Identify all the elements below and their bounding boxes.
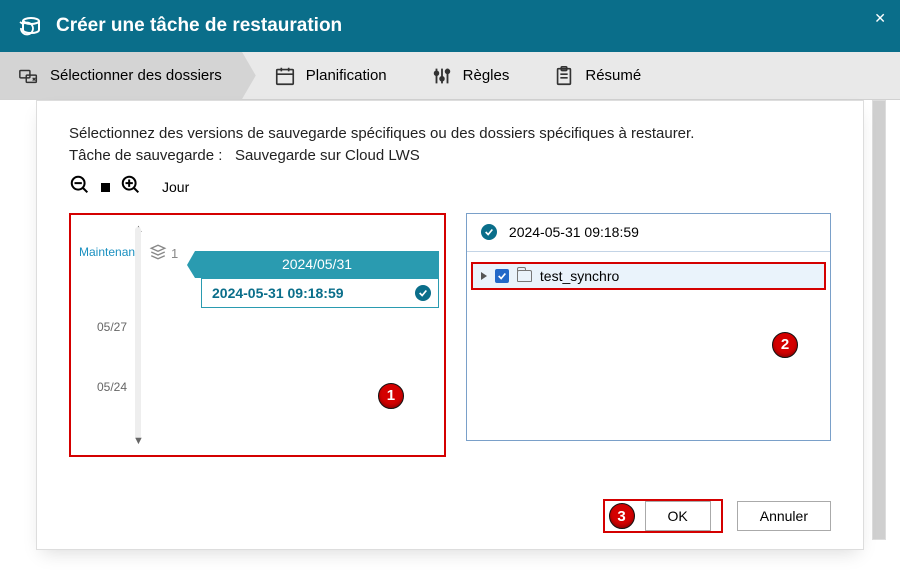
step-label: Sélectionner des dossiers [50, 67, 222, 84]
axis-tick: 05/27 [97, 320, 127, 334]
timeline-tools: Jour [69, 174, 831, 201]
check-icon [415, 285, 431, 301]
content-panel: Sélectionnez des versions de sauvegarde … [36, 100, 864, 550]
checkbox[interactable] [495, 269, 509, 283]
stop-icon[interactable] [101, 183, 110, 192]
time-unit: Jour [162, 179, 189, 195]
annotation-badge: 1 [378, 383, 404, 409]
wizard-steps: Sélectionner des dossiers Planification … [0, 52, 900, 100]
step-summary[interactable]: Résumé [535, 52, 667, 100]
sliders-icon [431, 65, 453, 87]
task-line: Tâche de sauvegarde : Sauvegarde sur Clo… [69, 147, 831, 164]
annotation-badge: 2 [772, 332, 798, 358]
step-select-folders[interactable]: Sélectionner des dossiers [0, 52, 256, 100]
axis-tick: 05/24 [97, 380, 127, 394]
zoom-in-icon[interactable] [120, 174, 142, 201]
time-axis[interactable] [135, 227, 141, 439]
task-label: Tâche de sauvegarde : [69, 147, 222, 164]
snapshot-count: 1 [149, 243, 178, 264]
scrollbar[interactable] [872, 100, 886, 540]
title-bar: Créer une tâche de restauration ✕ [0, 0, 900, 52]
folder-row[interactable]: test_synchro [471, 262, 826, 290]
step-rules[interactable]: Règles [413, 52, 536, 100]
snapshot-group[interactable]: 2024/05/31 [195, 251, 439, 278]
close-icon[interactable]: ✕ [874, 10, 886, 27]
ok-wrap: 3 OK [603, 499, 723, 533]
count-value: 1 [171, 246, 178, 261]
expand-icon[interactable] [481, 272, 487, 280]
step-schedule[interactable]: Planification [256, 52, 413, 100]
button-row: 3 OK Annuler [603, 499, 832, 533]
check-icon [481, 224, 497, 240]
folder-panel-header: 2024-05-31 09:18:59 [467, 214, 830, 252]
clipboard-icon [553, 65, 575, 87]
snapshot-item[interactable]: 2024-05-31 09:18:59 [201, 278, 439, 308]
header-snapshot: 2024-05-31 09:18:59 [509, 224, 639, 240]
task-name: Sauvegarde sur Cloud LWS [235, 147, 420, 164]
timeline-panel: Maintenant ▲ ▼ 05/27 05/24 1 2024/05/31 … [69, 213, 446, 457]
layers-icon [149, 243, 167, 264]
restore-icon [16, 15, 42, 37]
folder-icon [517, 270, 532, 282]
folder-panel: 2024-05-31 09:18:59 test_synchro 2 [466, 213, 831, 441]
calendar-icon [274, 65, 296, 87]
now-label: Maintenant [79, 245, 138, 259]
scroll-thumb[interactable] [873, 101, 885, 539]
folders-icon [18, 65, 40, 87]
intro-text: Sélectionnez des versions de sauvegarde … [69, 123, 831, 145]
zoom-out-icon[interactable] [69, 174, 91, 201]
window-title: Créer une tâche de restauration [56, 15, 342, 37]
cancel-button[interactable]: Annuler [737, 501, 831, 531]
step-label: Résumé [585, 67, 641, 84]
scroll-down-icon[interactable]: ▼ [133, 435, 144, 447]
annotation-badge: 3 [609, 503, 635, 529]
ok-button[interactable]: OK [645, 501, 711, 531]
step-label: Planification [306, 67, 387, 84]
step-label: Règles [463, 67, 510, 84]
snapshot-time: 2024-05-31 09:18:59 [212, 285, 344, 301]
folder-name: test_synchro [540, 268, 619, 284]
